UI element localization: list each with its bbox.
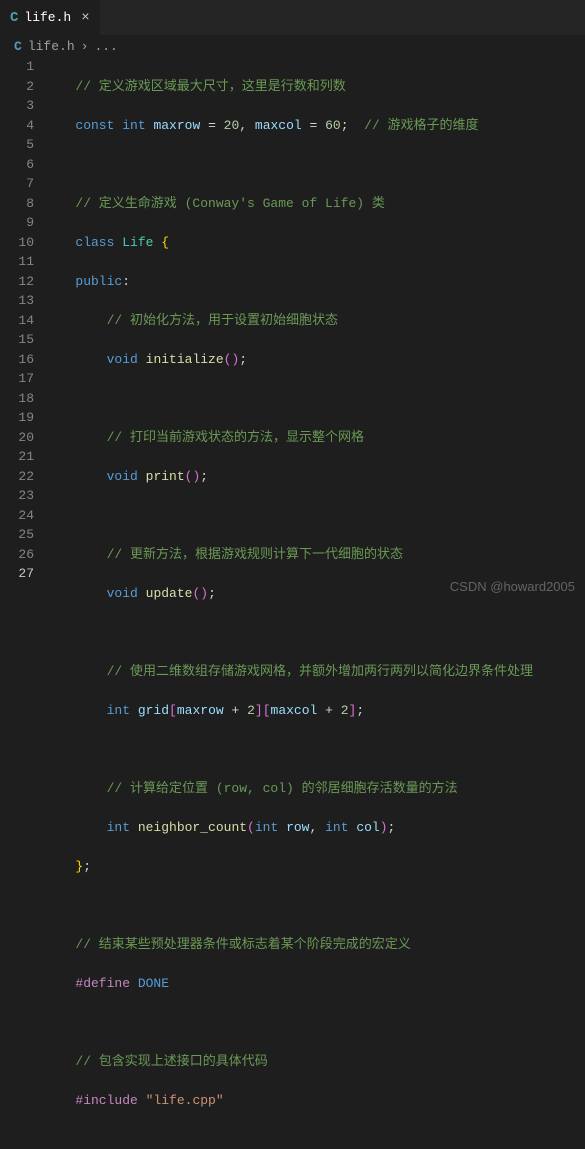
line-number: 8 <box>0 194 34 214</box>
line-number: 25 <box>0 525 34 545</box>
line-number: 27 <box>0 564 34 584</box>
breadcrumb[interactable]: C life.h › ... <box>0 35 585 57</box>
line-number: 7 <box>0 174 34 194</box>
line-number: 16 <box>0 350 34 370</box>
line-number: 4 <box>0 116 34 136</box>
line-number: 14 <box>0 311 34 331</box>
chevron-right-icon: › <box>81 39 89 54</box>
line-number: 24 <box>0 506 34 526</box>
line-number: 11 <box>0 252 34 272</box>
line-number: 15 <box>0 330 34 350</box>
line-number: 10 <box>0 233 34 253</box>
line-number: 18 <box>0 389 34 409</box>
tab-filename: life.h <box>24 10 71 25</box>
tab-life-h[interactable]: C life.h × <box>0 0 101 35</box>
line-number: 6 <box>0 155 34 175</box>
line-number: 17 <box>0 369 34 389</box>
close-icon[interactable]: × <box>81 10 89 26</box>
line-number: 21 <box>0 447 34 467</box>
line-number: 26 <box>0 545 34 565</box>
line-number: 2 <box>0 77 34 97</box>
watermark: CSDN @howard2005 <box>450 579 575 594</box>
line-number: 5 <box>0 135 34 155</box>
line-number-gutter: 1234567891011121314151617181920212223242… <box>0 57 52 1149</box>
line-number: 19 <box>0 408 34 428</box>
line-number: 3 <box>0 96 34 116</box>
line-number: 23 <box>0 486 34 506</box>
line-number: 20 <box>0 428 34 448</box>
breadcrumb-filename: life.h <box>28 39 75 54</box>
line-number: 1 <box>0 57 34 77</box>
tabs-bar: C life.h × <box>0 0 585 35</box>
line-number: 22 <box>0 467 34 487</box>
c-file-icon: C <box>14 39 22 54</box>
breadcrumb-more: ... <box>94 39 117 54</box>
code-editor[interactable]: 1234567891011121314151617181920212223242… <box>0 57 585 1149</box>
line-number: 13 <box>0 291 34 311</box>
code-content[interactable]: // 定义游戏区域最大尺寸，这里是行数和列数 const int maxrow … <box>52 57 585 1149</box>
line-number: 9 <box>0 213 34 233</box>
line-number: 12 <box>0 272 34 292</box>
c-file-icon: C <box>10 10 18 26</box>
